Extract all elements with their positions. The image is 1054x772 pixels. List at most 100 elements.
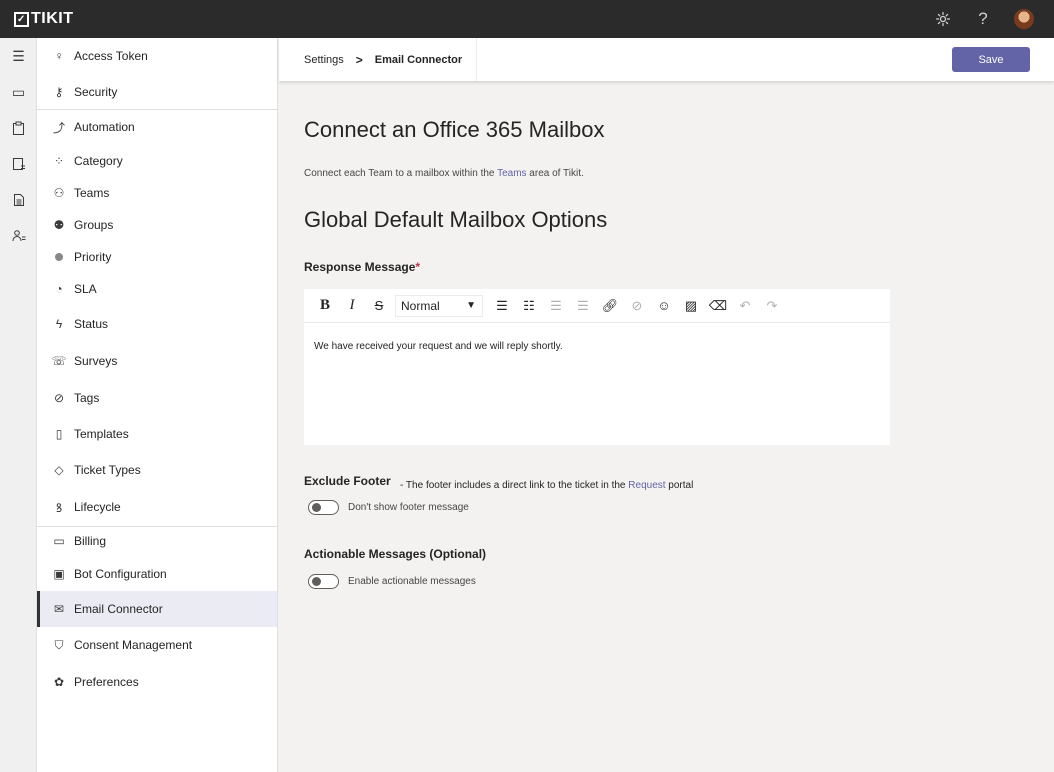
help-icon[interactable]: ? [974, 9, 992, 28]
footer-note-end: portal [665, 480, 694, 491]
category-icon: ⁘ [53, 154, 65, 168]
security-icon: ⚷ [54, 85, 64, 99]
billing-icon: ▭ [53, 534, 65, 548]
bullet-list-icon[interactable]: ☰ [491, 295, 513, 317]
tag-icon: ⊘ [53, 391, 65, 405]
format-select-value: Normal [401, 298, 440, 313]
format-select[interactable]: Normal ▼ [395, 294, 483, 317]
logo-text: TIKIT [31, 10, 74, 27]
nav-item-label: Templates [74, 427, 129, 441]
caret-down-icon: ▼ [466, 300, 476, 311]
toggle-knob [312, 577, 321, 586]
templates-icon: ▯ [55, 427, 63, 441]
intro-text-start: Connect each Team to a mailbox within th… [304, 168, 498, 179]
footer-toggle[interactable] [308, 500, 339, 515]
editor-content[interactable]: We have received your request and we wil… [304, 323, 890, 370]
nav-item-priority[interactable]: Priority [37, 243, 277, 271]
image-icon[interactable]: ▨ [680, 295, 702, 317]
settings-nav: ♀ Access Token ⚷ Security ⤴ Automation ⁘… [37, 38, 278, 772]
request-link[interactable]: Request [628, 480, 665, 491]
nav-item-access-token[interactable]: ♀ Access Token [37, 42, 277, 70]
clear-format-icon[interactable]: ⌫ [707, 295, 729, 317]
nav-item-ticket-types[interactable]: ◇ Ticket Types [37, 456, 277, 484]
logo-check-icon: ✓ [14, 11, 29, 27]
response-message-label: Response Message* [304, 260, 420, 274]
breadcrumb-separator: > [355, 52, 363, 67]
nav-item-sla[interactable]: ◔ SLA [37, 275, 277, 303]
actionable-messages-label: Actionable Messages (Optional) [304, 547, 487, 561]
emoji-icon[interactable]: ☺ [653, 295, 675, 317]
document-icon[interactable] [0, 182, 37, 218]
unlink-icon[interactable]: ⊘ [626, 295, 648, 317]
email-icon: ✉ [53, 602, 65, 616]
bot-icon: ▣ [53, 567, 65, 581]
undo-icon[interactable]: ↶ [734, 295, 756, 317]
surveys-icon: ☏ [51, 354, 67, 368]
nav-item-consent-management[interactable]: ⛉ Consent Management [37, 631, 277, 659]
exclude-footer-label: Exclude Footer [304, 474, 391, 488]
nav-item-status[interactable]: ϟ Status [37, 310, 277, 338]
nav-item-bot-configuration[interactable]: ▣ Bot Configuration [37, 560, 277, 588]
rich-text-editor: B I S Normal ▼ ☰ ☷ ☰ ☰ 🔗︎ ⊘ ☺ ▨ ⌫ ↶ ↷ We… [304, 289, 890, 445]
nav-item-billing[interactable]: ▭ Billing [37, 527, 277, 555]
nav-item-label: Preferences [74, 675, 139, 689]
indent-icon[interactable]: ☰ [572, 295, 594, 317]
knowledge-icon[interactable] [0, 146, 37, 182]
nav-item-category[interactable]: ⁘ Category [37, 147, 277, 175]
actionable-toggle[interactable] [308, 574, 339, 589]
intro-text: Connect each Team to a mailbox within th… [304, 168, 584, 179]
nav-item-automation[interactable]: ⤴ Automation [37, 113, 277, 141]
nav-item-groups[interactable]: ⚉ Groups [37, 211, 277, 239]
nav-divider [37, 109, 277, 110]
outdent-icon[interactable]: ☰ [545, 295, 567, 317]
nav-item-templates[interactable]: ▯ Templates [37, 420, 277, 448]
section-title: Global Default Mailbox Options [304, 207, 608, 232]
nav-item-surveys[interactable]: ☏ Surveys [37, 347, 277, 375]
nav-item-preferences[interactable]: ✿ Preferences [37, 668, 277, 696]
nav-item-lifecycle[interactable]: ꝸ Lifecycle [37, 493, 277, 521]
groups-icon: ⚉ [53, 218, 65, 232]
link-icon[interactable]: 🔗︎ [599, 295, 621, 317]
breadcrumb-current: Email Connector [374, 53, 463, 66]
editor-toolbar: B I S Normal ▼ ☰ ☷ ☰ ☰ 🔗︎ ⊘ ☺ ▨ ⌫ ↶ ↷ [304, 289, 890, 323]
nav-item-label: Status [74, 317, 109, 331]
response-message-text: Response Message [304, 260, 416, 274]
nav-item-label: Lifecycle [74, 500, 121, 514]
nav-item-label: Bot Configuration [74, 567, 167, 581]
strikethrough-icon[interactable]: S [368, 295, 390, 317]
sla-icon: ◔ [55, 282, 63, 296]
exclude-footer-note: - The footer includes a direct link to t… [400, 480, 693, 491]
nav-item-tags[interactable]: ⊘ Tags [37, 384, 277, 412]
lifecycle-icon: ꝸ [55, 500, 63, 515]
inbox-icon[interactable]: ▭ [0, 74, 37, 110]
footer-note-start: - The footer includes a direct link to t… [400, 480, 629, 491]
palette-icon: ✿ [53, 675, 65, 689]
nav-item-label: Automation [74, 120, 135, 134]
nav-item-security[interactable]: ⚷ Security [37, 78, 277, 106]
tikit-logo[interactable]: ✓ TIKIT [14, 10, 74, 28]
nav-item-email-connector[interactable]: ✉ Email Connector [37, 591, 277, 627]
redo-icon[interactable]: ↷ [761, 295, 783, 317]
numbered-list-icon[interactable]: ☷ [518, 295, 540, 317]
save-button[interactable]: Save [952, 47, 1030, 72]
nav-item-label: Tags [74, 391, 100, 405]
toggle-knob [312, 503, 321, 512]
italic-icon[interactable]: I [341, 295, 363, 317]
page-title: Connect an Office 365 Mailbox [304, 117, 605, 142]
people-icon[interactable] [0, 218, 37, 254]
priority-icon [51, 253, 67, 261]
automation-icon: ⤴ [52, 120, 65, 135]
nav-item-label: Billing [74, 534, 107, 548]
bold-icon[interactable]: B [314, 295, 336, 317]
access-token-icon: ♀ [54, 49, 64, 63]
breadcrumb: Settings > Email Connector [304, 38, 478, 81]
hamburger-icon[interactable]: ☰ [0, 38, 37, 74]
clipboard-icon[interactable] [0, 110, 37, 146]
avatar[interactable] [1014, 9, 1034, 29]
teams-icon: ⚇ [53, 186, 65, 200]
teams-link[interactable]: Teams [497, 168, 526, 179]
intro-text-end: area of Tikit. [526, 168, 584, 179]
breadcrumb-settings[interactable]: Settings [304, 54, 344, 66]
nav-item-teams[interactable]: ⚇ Teams [37, 179, 277, 207]
gear-icon[interactable] [934, 10, 952, 28]
